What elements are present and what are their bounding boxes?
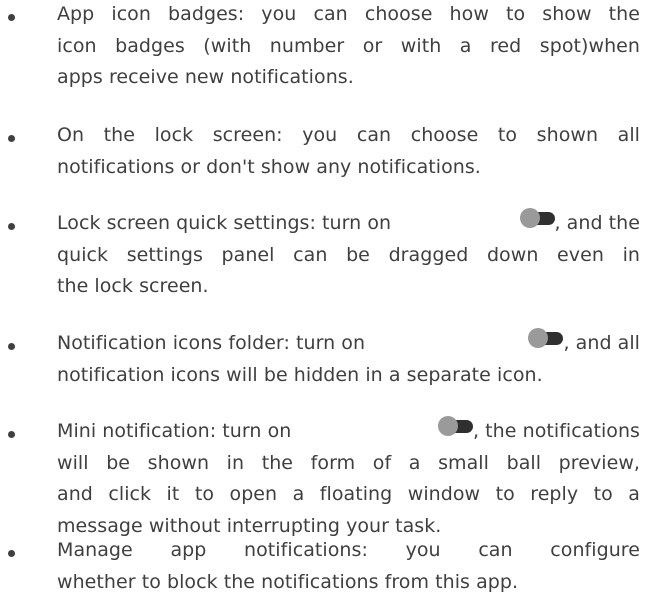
item-line: whether to block the notifications from … xyxy=(57,567,640,598)
item-line-start: Notification icons folder: turn on xyxy=(57,328,365,360)
item-text: App icon badges: you can choose how to s… xyxy=(57,0,640,94)
item-line: notification icons will be hidden in a s… xyxy=(57,360,640,392)
item-line: Notification icons folder: turn on , and… xyxy=(57,328,640,360)
item-line: icon badges (with number or with a red s… xyxy=(57,31,640,63)
item-text: On the lock screen: you can choose to sh… xyxy=(57,120,640,183)
item-text: Mini notification: turn on , the notific… xyxy=(57,416,640,542)
item-line: notifications or don't show any notifica… xyxy=(57,152,640,184)
item-line: On the lock screen: you can choose to sh… xyxy=(57,120,640,152)
bullet-icon xyxy=(8,550,15,557)
item-line: App icon badges: you can choose how to s… xyxy=(57,0,640,31)
item-text: Lock screen quick settings: turn on , an… xyxy=(57,208,640,303)
bullet-icon xyxy=(8,14,15,21)
item-line-end: , and all xyxy=(563,328,640,360)
item-text: Notification icons folder: turn on , and… xyxy=(57,328,640,391)
item-text: Manage app notifications: you can config… xyxy=(57,535,640,598)
item-line: Mini notification: turn on , the notific… xyxy=(57,416,640,448)
toggle-switch-icon xyxy=(438,416,473,436)
item-line-end: , and the xyxy=(555,208,641,240)
notification-settings-list: App icon badges: you can choose how to s… xyxy=(0,0,650,587)
item-line: apps receive new notifications. xyxy=(57,62,640,94)
bullet-icon xyxy=(8,223,15,230)
item-line-start: Lock screen quick settings: turn on xyxy=(57,208,391,240)
toggle-switch-icon xyxy=(528,328,563,348)
item-line: Manage app notifications: you can config… xyxy=(57,535,640,567)
item-line: and click it to open a floating window t… xyxy=(57,479,640,511)
bullet-icon xyxy=(8,135,15,142)
toggle-switch-icon xyxy=(520,208,555,228)
item-line: quick settings panel can be dragged down… xyxy=(57,240,640,272)
item-line-end: , the notifications xyxy=(473,416,640,448)
item-line: will be shown in the form of a small bal… xyxy=(57,448,640,480)
bullet-icon xyxy=(8,431,15,438)
item-line-start: Mini notification: turn on xyxy=(57,416,291,448)
item-line: the lock screen. xyxy=(57,271,640,303)
item-line: Lock screen quick settings: turn on , an… xyxy=(57,208,640,240)
bullet-icon xyxy=(8,343,15,350)
